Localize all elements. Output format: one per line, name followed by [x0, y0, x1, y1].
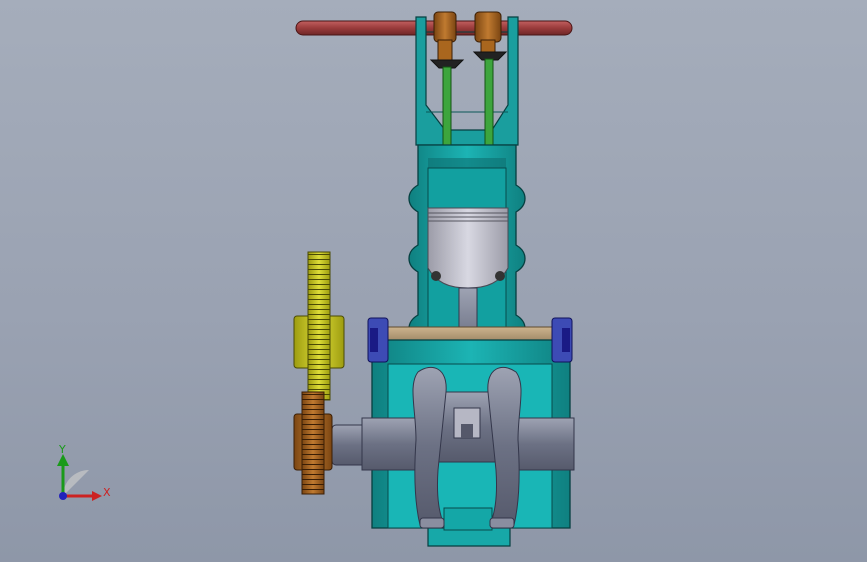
reference-triad: Y X: [40, 440, 120, 510]
main-bearing-right[interactable]: [551, 317, 573, 363]
z-axis-dot: [59, 492, 67, 500]
main-bearing-left[interactable]: [367, 317, 389, 363]
timing-gear-large[interactable]: [293, 251, 345, 401]
y-axis-label: Y: [59, 443, 66, 456]
x-axis-label: X: [103, 486, 111, 499]
cam-lobe-left[interactable]: [433, 11, 457, 61]
triad-axes: [57, 454, 102, 501]
valve-frame[interactable]: [415, 16, 519, 146]
graphics-viewport[interactable]: Y X: [0, 0, 867, 562]
engine-assembly-model[interactable]: [0, 0, 867, 562]
piston[interactable]: [427, 207, 509, 289]
timing-gear-small[interactable]: [293, 391, 333, 495]
cam-lobe-right[interactable]: [474, 11, 502, 55]
